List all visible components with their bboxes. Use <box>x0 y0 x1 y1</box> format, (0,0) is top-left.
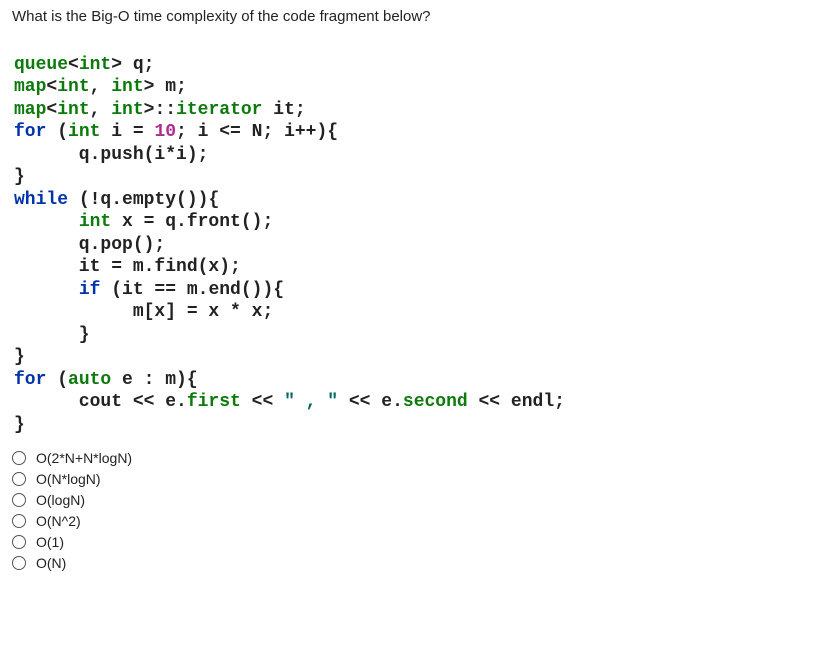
radio-icon <box>12 514 26 528</box>
option-1[interactable]: O(N*logN) <box>12 471 807 487</box>
radio-icon <box>12 493 26 507</box>
option-label: O(logN) <box>36 492 85 508</box>
option-2[interactable]: O(logN) <box>12 492 807 508</box>
answer-options: O(2*N+N*logN) O(N*logN) O(logN) O(N^2) O… <box>12 450 807 571</box>
option-label: O(N^2) <box>36 513 81 529</box>
option-label: O(N) <box>36 555 66 571</box>
option-label: O(N*logN) <box>36 471 101 487</box>
radio-icon <box>12 556 26 570</box>
option-4[interactable]: O(1) <box>12 534 807 550</box>
option-3[interactable]: O(N^2) <box>12 513 807 529</box>
code-fragment: queue<int> q; map<int, int> m; map<int, … <box>14 31 807 436</box>
option-0[interactable]: O(2*N+N*logN) <box>12 450 807 466</box>
option-label: O(2*N+N*logN) <box>36 450 132 466</box>
option-5[interactable]: O(N) <box>12 555 807 571</box>
option-label: O(1) <box>36 534 64 550</box>
radio-icon <box>12 451 26 465</box>
radio-icon <box>12 535 26 549</box>
radio-icon <box>12 472 26 486</box>
question-text: What is the Big-O time complexity of the… <box>12 8 807 25</box>
